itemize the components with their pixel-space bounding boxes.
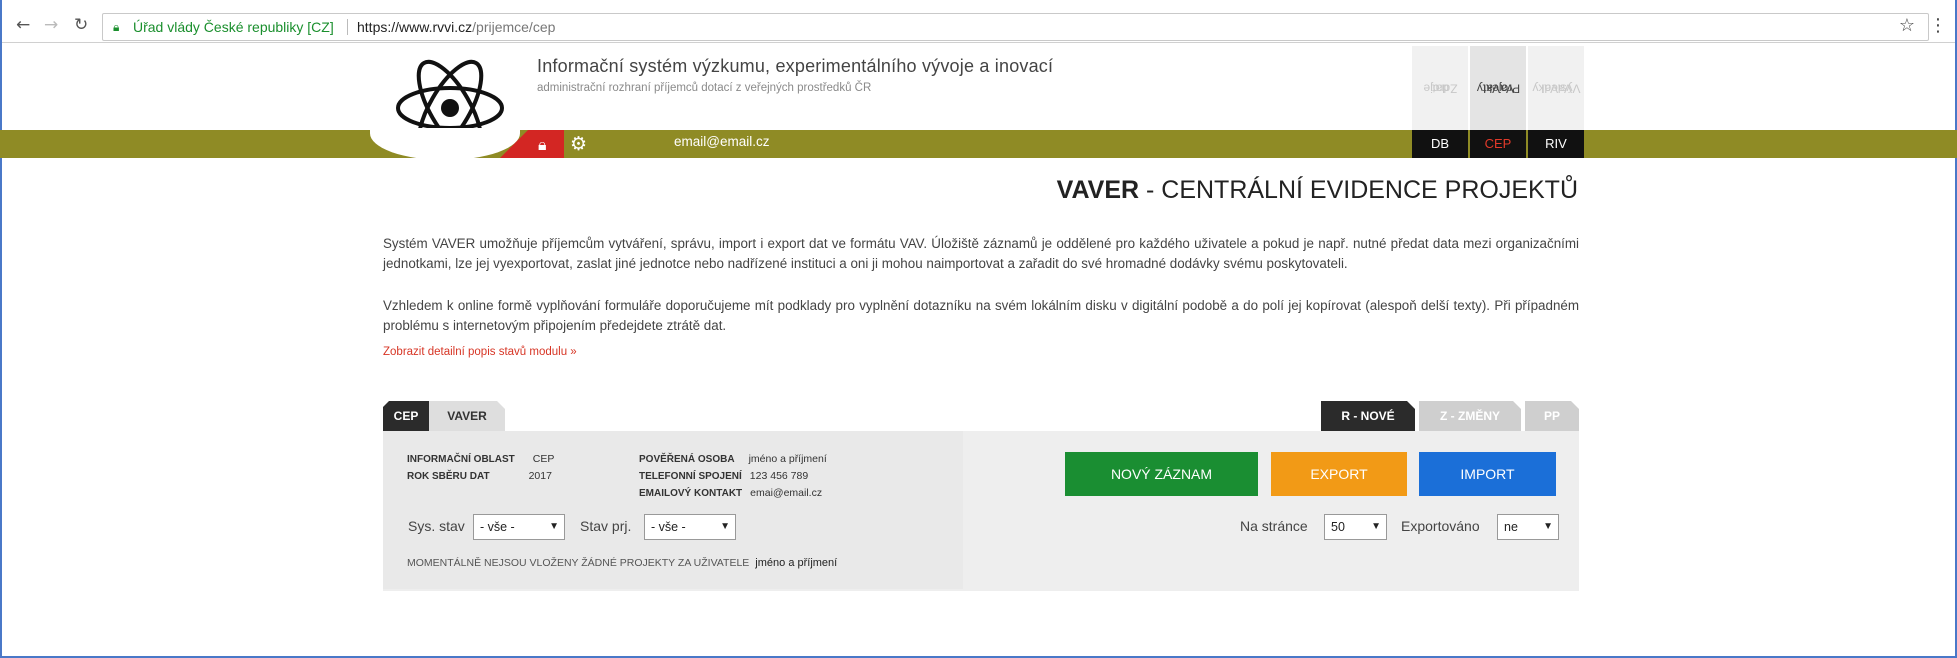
osoba-label: POVĚŘENÁ OSOBA <box>639 454 735 465</box>
tab-cep-left[interactable]: CEP <box>383 401 429 431</box>
url-text: https://www.rvvi.cz/prijemce/cep <box>357 14 555 40</box>
email-label: EMAILOVÝ KONTAKT <box>639 488 743 499</box>
menu-icon[interactable]: ⋮ <box>1929 15 1947 36</box>
no-projects-notice: MOMENTÁLNĚ NEJSOU VLOŽENY ŽÁDNÉ PROJEKTY… <box>407 557 838 569</box>
reload-icon[interactable]: ↻ <box>74 15 88 35</box>
gear-icon[interactable]: ⚙ <box>570 133 587 155</box>
system-subtitle: administrační rozhraní příjemců dotací z… <box>537 82 872 94</box>
dropdown-arrow-icon: ▼ <box>549 521 559 532</box>
import-button[interactable]: IMPORT <box>1419 452 1556 496</box>
browser-toolbar: ← → ↻ 🔒︎ Úřad vlády České republiky [CZ]… <box>2 10 1955 43</box>
tab-z-zmeny[interactable]: Z - ZMĚNY <box>1419 401 1521 431</box>
dropdown-arrow-icon: ▼ <box>1371 521 1381 532</box>
oblast-label: INFORMAČNÍ OBLAST <box>407 454 515 465</box>
exportovano-select[interactable]: ne ▼ <box>1497 514 1559 540</box>
bookmark-star-icon[interactable]: ☆ <box>1899 15 1915 36</box>
advice-paragraph: Vzhledem k online formě vyplňování formu… <box>383 298 1579 333</box>
telefon-value: 123 456 789 <box>749 470 809 482</box>
sys-stav-label: Sys. stav <box>408 518 465 534</box>
forward-icon[interactable]: → <box>44 15 58 35</box>
user-email[interactable]: email@email.cz <box>674 134 769 149</box>
divider <box>347 19 348 35</box>
stav-prj-select[interactable]: - vše - ▼ <box>644 514 736 540</box>
stav-prj-label: Stav prj. <box>580 518 632 534</box>
oblast-value: CEP <box>532 453 555 465</box>
osoba-value: jméno a příjmení <box>748 453 827 465</box>
notice-user: jméno a příjmení <box>755 557 838 569</box>
lock-icon[interactable]: 🔒︎ <box>538 135 547 155</box>
exportovano-label: Exportováno <box>1401 518 1480 534</box>
new-record-button[interactable]: NOVÝ ZÁZNAM <box>1065 452 1258 496</box>
na-strance-label: Na stránce <box>1240 518 1308 534</box>
export-button[interactable]: EXPORT <box>1271 452 1407 496</box>
tab-vaver[interactable]: VAVER <box>429 401 505 431</box>
tab-zdroje-dat[interactable]: Zdroje dat <box>1412 46 1468 130</box>
detail-link[interactable]: Zobrazit detailní popis stavů modulu » <box>383 346 577 358</box>
email-value: emai@email.cz <box>750 487 823 499</box>
rok-label: ROK SBĚRU DAT <box>407 471 490 482</box>
na-strance-select[interactable]: 50 ▼ <box>1324 514 1387 540</box>
lock-icon: 🔒︎ <box>113 20 120 34</box>
url-path: /prijemce/cep <box>472 19 556 35</box>
page-title: VAVER - CENTRÁLNÍ EVIDENCE PROJEKTŮ <box>1056 176 1578 204</box>
address-bar[interactable]: 🔒︎ Úřad vlády České republiky [CZ] https… <box>102 13 1929 41</box>
info-left: INFORMAČNÍ OBLAST CEP ROK SBĚRU DAT 2017 <box>407 451 554 485</box>
url-host: https://www.rvvi.cz <box>357 19 473 35</box>
sys-stav-select[interactable]: - vše - ▼ <box>473 514 565 540</box>
tab-cep[interactable]: CEP <box>1470 130 1526 158</box>
tab-projekty-vavai[interactable]: Projekty VaVaI <box>1470 46 1526 130</box>
top-nav-bar <box>0 130 1957 158</box>
telefon-label: TELEFONNÍ SPOJENÍ <box>639 471 742 482</box>
tab-db[interactable]: DB <box>1412 130 1468 158</box>
tab-vysledky-vavai[interactable]: Výsledky VaVaI <box>1528 46 1584 130</box>
tab-riv[interactable]: RIV <box>1528 130 1584 158</box>
dropdown-arrow-icon: ▼ <box>1543 521 1553 532</box>
tab-pp[interactable]: PP <box>1525 401 1579 431</box>
info-right: POVĚŘENÁ OSOBA jméno a příjmení TELEFONNÍ… <box>639 451 827 502</box>
rok-value: 2017 <box>528 470 552 482</box>
description-paragraph: Systém VAVER umožňuje příjemcům vytvářen… <box>383 236 1579 271</box>
tab-r-nove[interactable]: R - NOVÉ <box>1321 401 1415 431</box>
secure-label: Úřad vlády České republiky [CZ] <box>133 19 334 35</box>
back-icon[interactable]: ← <box>16 15 30 35</box>
system-title: Informační systém výzkumu, experimentáln… <box>537 56 1054 76</box>
dropdown-arrow-icon: ▼ <box>720 521 730 532</box>
